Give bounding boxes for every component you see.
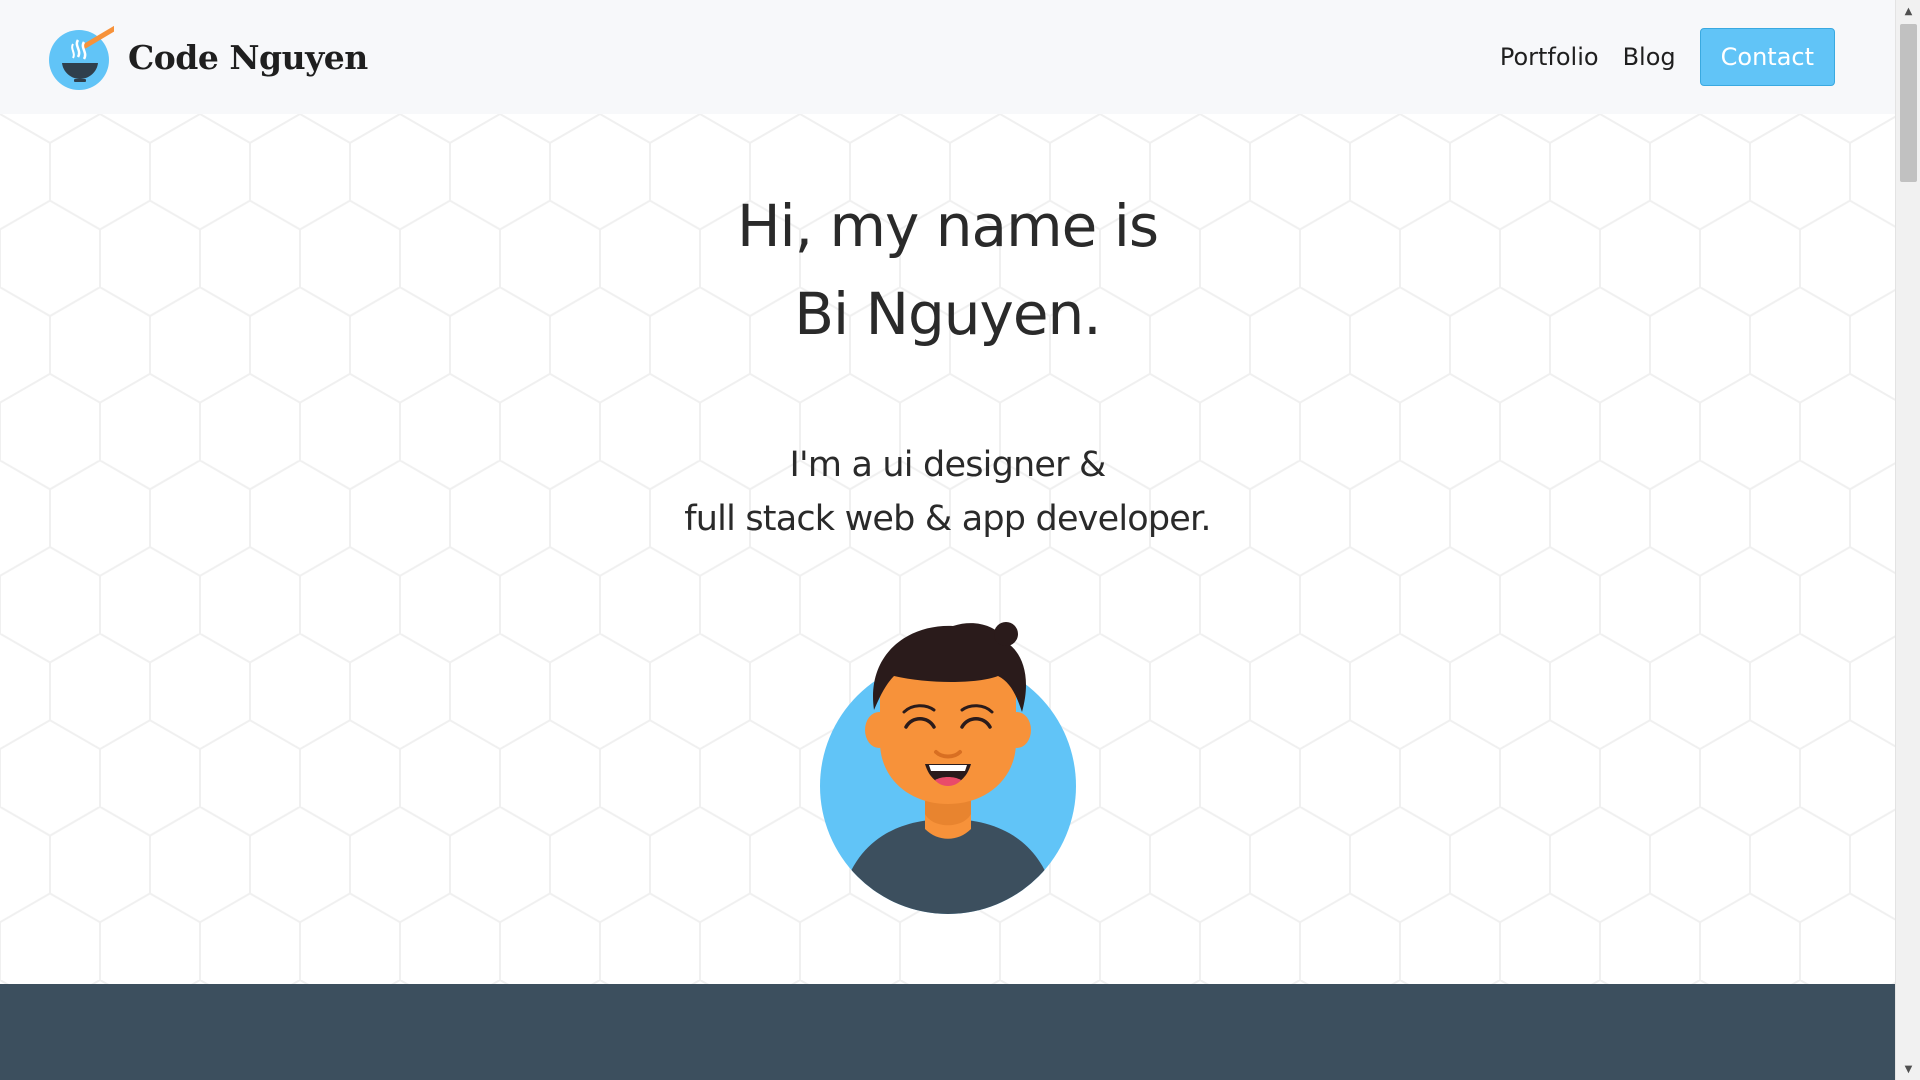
nav-blog-link[interactable]: Blog	[1623, 43, 1676, 71]
avatar-illustration	[808, 614, 1088, 914]
vertical-scrollbar[interactable]: ▲ ▼	[1895, 0, 1920, 1080]
page: Code Nguyen Portfolio Blog Contact Hi, m…	[0, 0, 1920, 1080]
brand-link[interactable]: Code Nguyen	[48, 21, 368, 90]
contact-button[interactable]: Contact	[1699, 28, 1835, 86]
noodle-bowl-logo-icon	[48, 21, 125, 90]
greeting-line-1: Hi, my name is	[736, 192, 1159, 260]
scroll-thumb[interactable]	[1900, 24, 1917, 182]
hero-content: Hi, my name is Bi Nguyen. I'm a ui desig…	[0, 114, 1895, 546]
tagline-line-2: full stack web & app developer.	[684, 499, 1211, 539]
hero-tagline: I'm a ui designer & full stack web & app…	[0, 438, 1895, 546]
hero-section: Hi, my name is Bi Nguyen. I'm a ui desig…	[0, 114, 1895, 984]
nav-portfolio-link[interactable]: Portfolio	[1500, 43, 1599, 71]
site-header: Code Nguyen Portfolio Blog Contact	[0, 0, 1895, 114]
hero-greeting: Hi, my name is Bi Nguyen.	[0, 182, 1895, 358]
greeting-line-2: Bi Nguyen.	[794, 280, 1102, 348]
scroll-up-arrow-icon[interactable]: ▲	[1896, 0, 1920, 22]
scroll-down-arrow-icon[interactable]: ▼	[1896, 1058, 1920, 1080]
main-nav: Portfolio Blog Contact	[1500, 28, 1835, 86]
dark-section	[0, 984, 1895, 1080]
brand-name: Code Nguyen	[128, 37, 368, 77]
tagline-line-1: I'm a ui designer &	[789, 445, 1106, 485]
